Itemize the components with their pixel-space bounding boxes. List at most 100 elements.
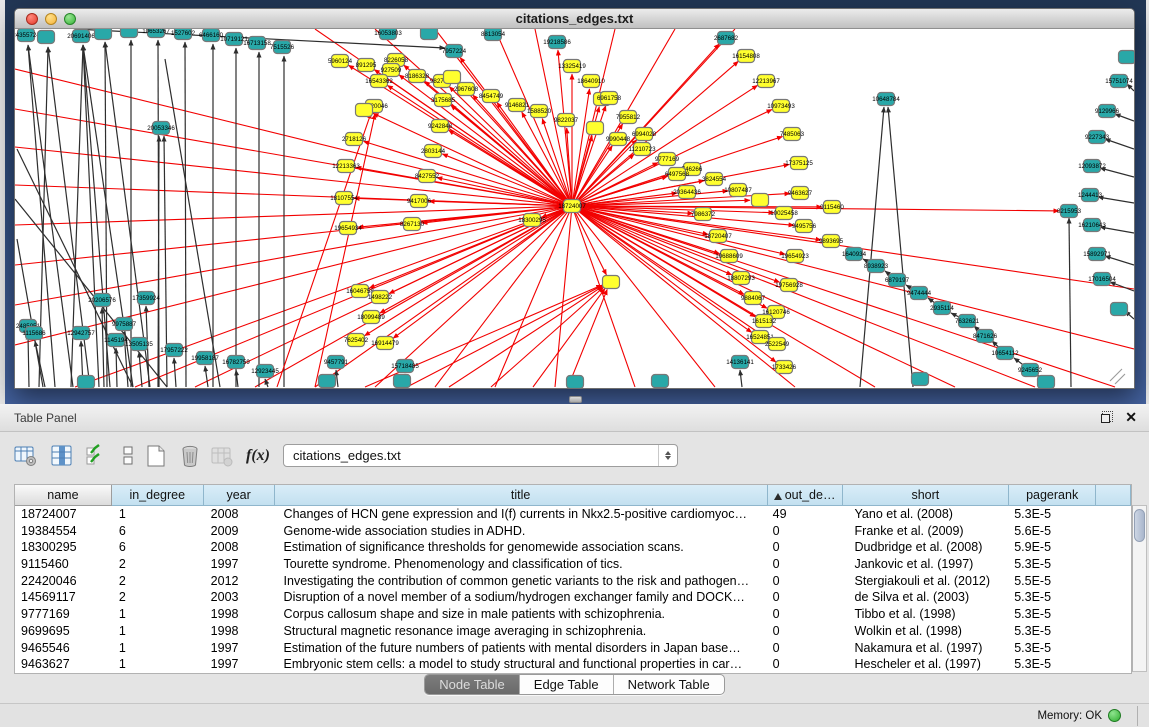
graph-node-label: 18640910 xyxy=(577,78,605,85)
cell-title: Estimation of significance thresholds fo… xyxy=(275,539,768,556)
graph-node[interactable] xyxy=(912,373,929,386)
graph-node-label: 10973493 xyxy=(767,103,795,110)
table-selector-dropdown[interactable]: citations_edges.txt xyxy=(283,444,678,467)
cell-pagerank: 5.3E-5 xyxy=(1009,589,1096,606)
tab-edge-table[interactable]: Edge Table xyxy=(520,675,614,694)
graph-edge xyxy=(572,206,1035,387)
cell-filler xyxy=(1096,573,1131,590)
graph-node-label: 17957222 xyxy=(160,347,188,354)
graph-node-label: 15751074 xyxy=(1105,78,1133,85)
graph-node-label: 16782759 xyxy=(222,359,250,366)
graph-node[interactable] xyxy=(319,375,336,388)
network-view-window[interactable]: citations_edges.txt 59601248912958226058… xyxy=(14,8,1135,389)
create-column-icon[interactable] xyxy=(142,442,170,470)
split-pane-handle[interactable] xyxy=(569,396,582,403)
graph-node[interactable] xyxy=(1119,51,1135,64)
graph-node[interactable] xyxy=(567,376,584,389)
import-table-icon xyxy=(208,442,236,470)
graph-edge xyxy=(15,206,572,345)
table-row[interactable]: 1456911722003Disruption of a novel membe… xyxy=(15,589,1131,606)
table-row[interactable]: 1872400712008Changes of HCN gene express… xyxy=(15,506,1131,523)
table-row[interactable]: 977716911998Corpus callosum shape and si… xyxy=(15,606,1131,623)
graph-node[interactable] xyxy=(444,71,461,84)
graph-edge xyxy=(373,113,572,206)
cell-out_de…: 0 xyxy=(768,589,843,606)
graph-node-label: 8471626 xyxy=(973,333,998,340)
graph-node-label: 7485063 xyxy=(780,131,805,138)
graph-node-label: 19654934 xyxy=(334,225,362,232)
graph-edge xyxy=(555,206,572,387)
graph-node[interactable] xyxy=(1038,376,1055,389)
select-columns-icon[interactable] xyxy=(82,442,110,470)
close-panel-icon[interactable]: ✕ xyxy=(1125,410,1137,424)
column-header-title[interactable]: title xyxy=(275,485,768,506)
cell-pagerank: 5.3E-5 xyxy=(1009,606,1096,623)
column-header-short[interactable]: short xyxy=(843,485,1010,506)
graph-edge xyxy=(572,206,1115,387)
table-row[interactable]: 946554611997Estimation of the future num… xyxy=(15,640,1131,657)
graph-edge xyxy=(364,206,572,336)
graph-node[interactable] xyxy=(95,29,112,40)
table-row[interactable]: 1830029562008Estimation of significance … xyxy=(15,539,1131,556)
graph-edge xyxy=(15,206,572,305)
graph-node[interactable] xyxy=(121,29,138,38)
cell-name: 9115460 xyxy=(15,556,112,573)
close-window-button[interactable] xyxy=(26,13,38,25)
column-header-pagerank[interactable]: pagerank xyxy=(1009,485,1096,506)
table-panel-header: Table Panel ✕ xyxy=(0,404,1149,432)
cell-pagerank: 5.3E-5 xyxy=(1009,623,1096,640)
table-scrollbar[interactable] xyxy=(1132,505,1147,672)
float-panel-icon[interactable] xyxy=(1101,411,1113,423)
graph-edge xyxy=(17,239,43,387)
cell-year: 2012 xyxy=(204,573,275,590)
column-header-out_de…[interactable]: out_de… xyxy=(768,485,843,506)
table-scrollbar-thumb[interactable] xyxy=(1134,509,1145,542)
network-svg[interactable]: 5960124891295822605892750981863289827504… xyxy=(15,29,1134,388)
graph-node[interactable] xyxy=(421,29,438,40)
column-header-in_degree[interactable]: in_degree xyxy=(112,485,204,506)
table-row[interactable]: 911546021997Tourette syndrome. Phenomeno… xyxy=(15,556,1131,573)
graph-node[interactable] xyxy=(752,194,769,207)
table-row[interactable]: 946362711997Embryonic stem cells: a mode… xyxy=(15,656,1131,673)
table-toolbar: f(x) citations_edges.txt xyxy=(0,440,1149,476)
column-header-name[interactable]: name xyxy=(15,485,112,506)
cell-in_degree: 1 xyxy=(112,640,204,657)
table-tabs: Node TableEdge TableNetwork Table xyxy=(0,674,1149,695)
graph-node[interactable] xyxy=(652,375,669,388)
memory-status-label: Memory: OK xyxy=(1037,710,1102,722)
column-header-year[interactable]: year xyxy=(204,485,275,506)
graph-edge xyxy=(102,308,104,387)
graph-node-label: 9474444 xyxy=(907,290,932,297)
graph-node[interactable] xyxy=(38,31,55,44)
row-height-icon[interactable] xyxy=(114,442,142,470)
cell-out_de…: 0 xyxy=(768,523,843,540)
table-row[interactable]: 2242004622012Investigating the contribut… xyxy=(15,573,1131,590)
cell-in_degree: 2 xyxy=(112,573,204,590)
graph-node-label: 15718485 xyxy=(391,363,419,370)
minimize-window-button[interactable] xyxy=(45,13,57,25)
zoom-window-button[interactable] xyxy=(64,13,76,25)
graph-node-label: 18724007 xyxy=(558,203,586,210)
network-canvas[interactable]: 5960124891295822605892750981863289827504… xyxy=(15,29,1134,388)
graph-edge xyxy=(205,366,208,387)
graph-node[interactable] xyxy=(356,104,373,117)
tab-network-table[interactable]: Network Table xyxy=(614,675,724,694)
window-titlebar[interactable]: citations_edges.txt xyxy=(15,9,1134,29)
graph-node-label: 16713158 xyxy=(243,40,271,47)
graph-node[interactable] xyxy=(587,122,604,135)
cell-in_degree: 2 xyxy=(112,589,204,606)
table-mode-icon[interactable] xyxy=(12,442,40,470)
graph-node[interactable] xyxy=(603,276,620,289)
tab-node-table[interactable]: Node Table xyxy=(425,675,520,694)
function-builder-icon[interactable]: f(x) xyxy=(244,442,272,470)
show-columns-icon[interactable] xyxy=(48,442,76,470)
memory-status-dot[interactable] xyxy=(1108,709,1121,722)
table-row[interactable]: 1938455462009Genome-wide association stu… xyxy=(15,523,1131,540)
delete-column-icon[interactable] xyxy=(176,442,204,470)
graph-node[interactable] xyxy=(1111,303,1128,316)
graph-node-label: 10807487 xyxy=(724,187,752,194)
graph-node-label: 9457791 xyxy=(324,359,349,366)
table-row[interactable]: 969969511998Structural magnetic resonanc… xyxy=(15,623,1131,640)
graph-node[interactable] xyxy=(78,376,95,389)
graph-node[interactable] xyxy=(394,375,411,388)
